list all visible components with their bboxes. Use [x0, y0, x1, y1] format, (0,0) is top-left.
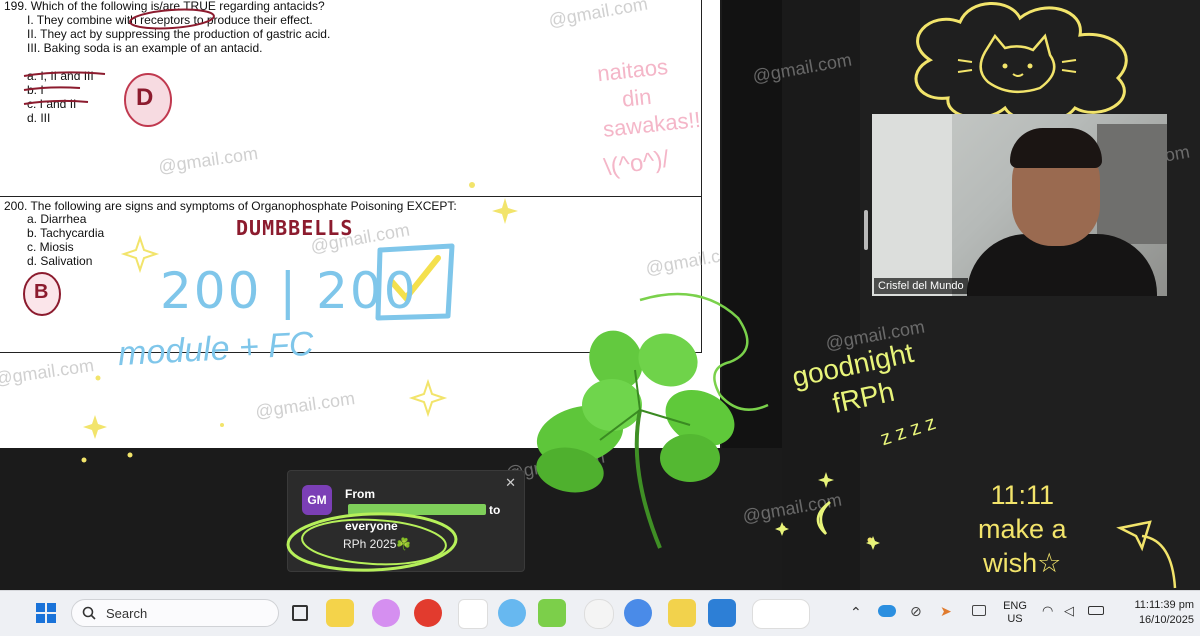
input-language-indicator[interactable]: ENG US [1000, 600, 1030, 626]
chat-sender-line: From to everyone [345, 486, 515, 534]
video-background [872, 114, 952, 296]
participant-video-tile[interactable]: Crisfel del Mundo [872, 114, 1167, 296]
chevron-up-icon[interactable]: ⌃ [850, 604, 862, 621]
taskbar-app-icon[interactable] [584, 599, 614, 629]
participant-name-label: Crisfel del Mundo [874, 278, 968, 294]
clock-date: 16/10/2025 [1138, 614, 1194, 626]
q199-answer-mark: D [136, 84, 154, 111]
chat-message: RPh 2025☘️ [343, 537, 412, 551]
taskbar-app-icon[interactable] [414, 599, 442, 627]
clover-sticker [536, 330, 735, 549]
participant-hair [1010, 128, 1102, 168]
to-label: to [489, 503, 501, 517]
search-label: Search [106, 606, 148, 621]
naitaos-note: naitaos din sawakas!! [596, 50, 702, 144]
recipient-label: everyone [345, 519, 398, 533]
wish-line-1: 11:11 [990, 480, 1055, 510]
taskbar-clock[interactable]: 11:11:39 pm 16/10/2025 [1110, 598, 1194, 628]
onedrive-icon[interactable] [878, 605, 896, 617]
panel-resize-handle[interactable] [864, 210, 868, 250]
windows-taskbar: Search ⌃ ⊘ ➤ ENG US ◠ ◁ 11:11:39 pm 16/1… [0, 590, 1200, 636]
redacted-sender-name [348, 504, 486, 515]
language-code: ENG [1003, 600, 1027, 612]
location-icon[interactable]: ➤ [940, 603, 952, 620]
battery-icon[interactable] [1088, 606, 1104, 615]
display-icon[interactable] [972, 605, 986, 616]
taskbar-app-icon[interactable] [708, 599, 736, 627]
close-icon[interactable]: ✕ [505, 475, 516, 491]
search-icon [82, 606, 96, 620]
dumbbells-note: DUMBBELLS [236, 216, 354, 240]
region-code: US [1007, 613, 1023, 625]
taskbar-app-icon[interactable] [498, 599, 526, 627]
taskbar-app-icon[interactable] [624, 599, 652, 627]
from-label: From [345, 487, 375, 501]
score-note: 200 | 200 [160, 262, 418, 320]
volume-icon[interactable]: ◁ [1064, 603, 1074, 619]
taskbar-app-icon[interactable] [752, 599, 810, 629]
wish-line-3: wish☆ [983, 548, 1062, 578]
chat-notification[interactable]: GM From to everyone ✕ RPh 2025☘️ [287, 470, 525, 572]
task-view-icon[interactable] [292, 605, 308, 621]
sender-avatar: GM [302, 485, 332, 515]
q200-answer-mark: B [34, 281, 49, 303]
wish-line-2: make a [978, 514, 1067, 544]
wish-note: 11:11 make a wish☆ [978, 478, 1067, 580]
wifi-off-icon[interactable]: ⊘ [910, 603, 922, 620]
windows-start-icon[interactable] [36, 603, 56, 623]
taskbar-app-icon[interactable] [458, 599, 488, 629]
taskbar-app-icon[interactable] [668, 599, 696, 627]
video-background [1097, 124, 1167, 244]
taskbar-app-icon[interactable] [538, 599, 566, 627]
taskbar-search-box[interactable]: Search [71, 599, 279, 627]
wifi-icon[interactable]: ◠ [1042, 603, 1053, 619]
taskbar-app-icon[interactable] [372, 599, 400, 627]
clock-time: 11:11:39 pm [1134, 599, 1194, 611]
taskbar-app-icon[interactable] [326, 599, 354, 627]
